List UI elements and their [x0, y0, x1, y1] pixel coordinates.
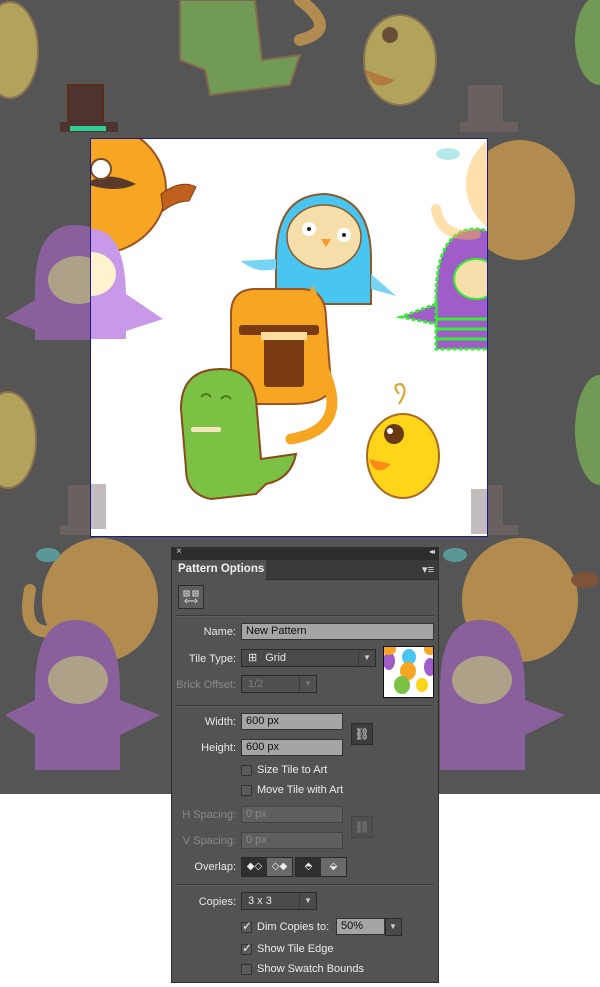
grid-icon: ⊞ [248, 652, 258, 664]
purple-owl-selected[interactable] [395, 227, 488, 351]
brick-offset-value: 1/2 [248, 678, 264, 690]
overlap-horizontal-group: ◆◇ ◇◆ [241, 857, 293, 877]
show-swatch-bounds-label: Show Swatch Bounds [257, 963, 365, 975]
right-in-front-button[interactable]: ◇◆ [267, 858, 292, 876]
blue-owl [241, 192, 396, 305]
tile-type-value: Grid [265, 652, 286, 664]
dim-copies-value: 50% [341, 920, 364, 932]
left-in-front-button[interactable]: ◆◇ [242, 858, 267, 876]
tile-type-label: Tile Type: [188, 653, 236, 665]
move-tile-with-art-label: Move Tile with Art [257, 784, 344, 796]
name-field[interactable]: New Pattern [241, 623, 434, 640]
link-icon: ⛓ [354, 820, 370, 834]
dim-copies-dropdown[interactable]: ▼ [384, 918, 402, 936]
show-swatch-bounds-checkbox[interactable] [241, 964, 252, 975]
h-spacing-field: 0 px [241, 806, 343, 823]
yellow-bird [366, 382, 440, 499]
brick-offset-label: Brick Offset: [176, 679, 236, 691]
tab-pattern-options[interactable]: Pattern Options [172, 560, 266, 580]
size-tile-to-art-checkbox[interactable] [241, 765, 252, 776]
chevron-down-icon: ▼ [299, 893, 316, 909]
cat-with-top-hat-copy [431, 140, 487, 240]
dim-copies-checkbox[interactable]: ✓ [241, 919, 253, 933]
width-label: Width: [204, 716, 236, 728]
copies-value: 3 x 3 [248, 895, 272, 907]
chevron-down-icon: ▼ [384, 919, 401, 935]
overlap-vertical-group: ⬘ ⬙ [295, 857, 347, 877]
chevron-down-icon: ▼ [299, 676, 316, 692]
pattern-preview-thumbnail [383, 646, 434, 698]
link-icon: ⛓ [354, 727, 370, 741]
collapse-icon[interactable]: ◂◂ [429, 547, 435, 556]
pattern-tile-tool-button[interactable] [178, 585, 204, 609]
panel-tab-bar: Pattern Options ▾≡ [172, 560, 438, 580]
pattern-tile[interactable] [90, 138, 488, 537]
constrain-proportions-button[interactable]: ⛓ [351, 723, 373, 745]
v-spacing-field: 0 px [241, 832, 343, 849]
close-icon[interactable]: × [176, 546, 182, 557]
dim-copies-label: Dim Copies to: [257, 921, 330, 933]
brick-offset-dropdown: 1/2 ▼ [241, 675, 317, 693]
divider [176, 884, 434, 886]
bottom-in-front-button[interactable]: ⬙ [321, 858, 346, 876]
show-tile-edge-checkbox[interactable]: ✓ [241, 941, 253, 955]
name-label: Name: [203, 626, 236, 638]
panel-menu-icon[interactable]: ▾≡ [422, 563, 434, 576]
height-field[interactable]: 600 px [241, 739, 343, 756]
pattern-tile-tool-icon [183, 590, 199, 604]
divider [176, 615, 434, 617]
width-field[interactable]: 600 px [241, 713, 343, 730]
top-in-front-button[interactable]: ⬘ [296, 858, 321, 876]
v-spacing-label: V Spacing: [182, 835, 236, 847]
show-tile-edge-label: Show Tile Edge [257, 943, 334, 955]
copies-label: Copies: [198, 896, 236, 908]
spacing-link-button: ⛓ [351, 816, 373, 838]
h-spacing-label: H Spacing: [182, 809, 236, 821]
move-tile-with-art-checkbox[interactable] [241, 785, 252, 796]
overlap-label: Overlap: [194, 861, 236, 873]
checkmark-icon: ✓ [242, 941, 253, 955]
size-tile-to-art-label: Size Tile to Art [257, 764, 328, 776]
panel-title-bar[interactable]: × ◂◂ [172, 546, 438, 560]
tile-type-dropdown[interactable]: ⊞ Grid ▼ [241, 649, 376, 667]
tile-artwork [91, 139, 488, 534]
top-hat-copy [91, 484, 487, 534]
divider [176, 705, 434, 707]
height-label: Height: [201, 742, 236, 754]
pattern-options-panel: × ◂◂ Pattern Options ▾≡ Name: New Patter… [171, 546, 439, 983]
copies-dropdown[interactable]: 3 x 3 ▼ [241, 892, 317, 910]
checkmark-icon: ✓ [242, 919, 253, 933]
chevron-down-icon: ▼ [358, 650, 375, 666]
